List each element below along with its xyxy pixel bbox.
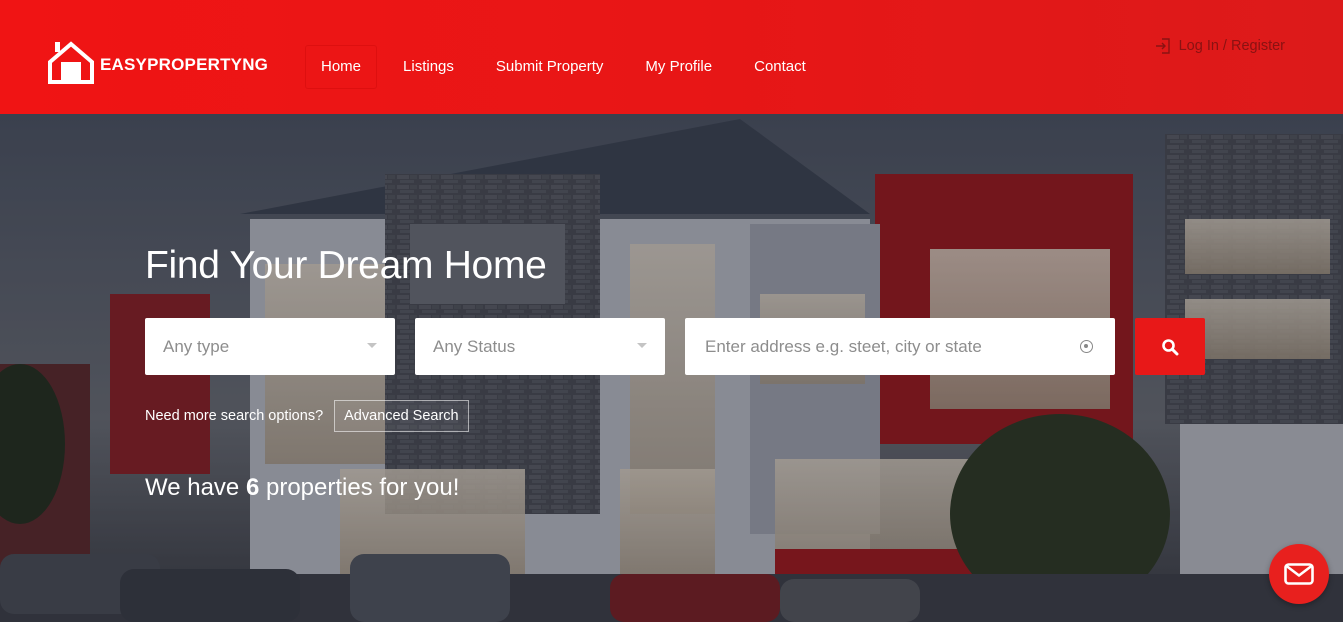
count-number: 6 xyxy=(245,474,260,501)
nav-listings[interactable]: Listings xyxy=(382,45,475,89)
sign-in-icon xyxy=(1155,38,1170,54)
nav-my-profile[interactable]: My Profile xyxy=(624,45,733,89)
envelope-icon xyxy=(1284,563,1314,585)
property-status-select[interactable]: Any Status xyxy=(415,318,665,375)
main-nav: Home Listings Submit Property My Profile… xyxy=(305,45,827,89)
property-type-value: Any type xyxy=(163,336,230,356)
address-placeholder: Enter address e.g. steet, city or state xyxy=(705,336,982,356)
login-label: Log In / Register xyxy=(1178,38,1285,54)
nav-submit-property[interactable]: Submit Property xyxy=(475,45,625,89)
nav-home[interactable]: Home xyxy=(305,45,377,89)
chevron-down-icon xyxy=(637,343,647,348)
property-count: We have 6 properties for you! xyxy=(145,474,459,502)
count-prefix: We have xyxy=(145,474,240,501)
count-suffix: properties for you! xyxy=(265,474,460,501)
search-button[interactable] xyxy=(1135,318,1205,375)
house-icon xyxy=(48,41,94,84)
nav-contact[interactable]: Contact xyxy=(733,45,827,89)
more-search-options: Need more search options? Advanced Searc… xyxy=(145,400,469,432)
address-search-input[interactable]: Enter address e.g. steet, city or state xyxy=(685,318,1115,375)
location-target-icon[interactable] xyxy=(1080,340,1093,353)
hero-banner: Find Your Dream Home Any type Any Status… xyxy=(0,114,1343,622)
login-register-link[interactable]: Log In / Register xyxy=(1154,37,1285,55)
hero-title: Find Your Dream Home xyxy=(145,244,547,287)
property-type-select[interactable]: Any type xyxy=(145,318,395,375)
chevron-down-icon xyxy=(367,343,377,348)
search-icon xyxy=(1162,338,1179,355)
logo[interactable]: EASYPROPERTYNG xyxy=(46,40,268,84)
property-status-value: Any Status xyxy=(433,336,516,356)
advanced-search-button[interactable]: Advanced Search xyxy=(334,400,469,432)
site-header: EASYPROPERTYNG Home Listings Submit Prop… xyxy=(0,0,1343,114)
brand-name: EASYPROPERTYNG xyxy=(100,55,269,74)
contact-mail-button[interactable] xyxy=(1269,544,1329,604)
more-options-text: Need more search options? xyxy=(145,408,324,424)
